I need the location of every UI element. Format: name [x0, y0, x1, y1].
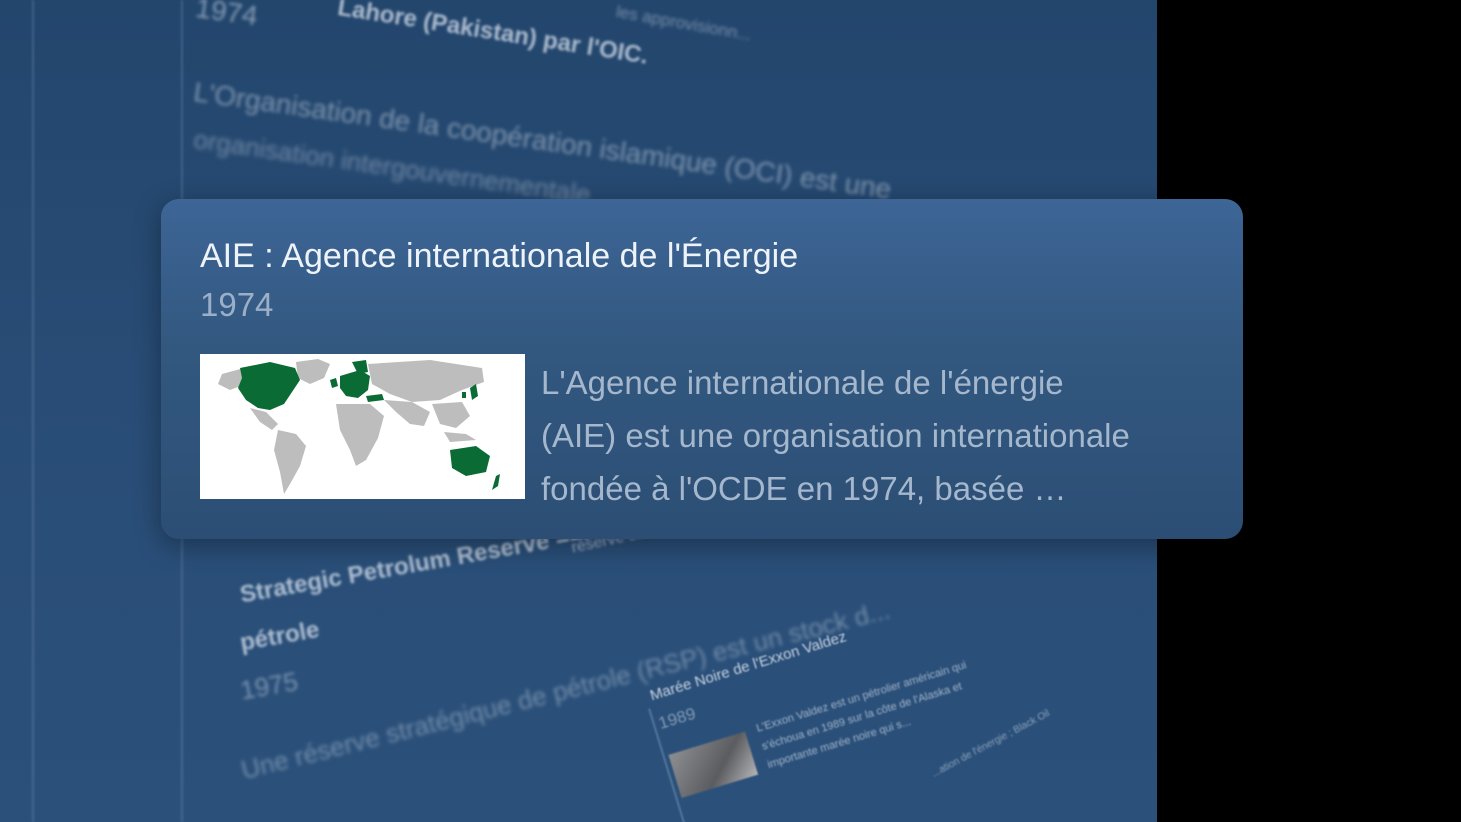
- card-description: L'Exxon Valdez est un pétrolier américai…: [754, 659, 968, 772]
- timeline-card-iea[interactable]: AIE : Agence internationale de l'Énergie…: [161, 199, 1243, 539]
- card-year: 1989: [656, 703, 698, 733]
- bg-entry-title[interactable]: Lahore (Pakistan) par l'OIC.: [336, 0, 650, 71]
- bg-entry-text: les approvisionn...: [614, 2, 753, 45]
- card-year: 1974: [200, 286, 274, 323]
- card-title: AIE : Agence internationale de l'Énergie: [200, 237, 799, 275]
- bg-entry-title[interactable]: pétrole: [238, 616, 322, 657]
- bg-entry-year: 1975: [238, 665, 301, 706]
- card-description: L'Agence internationale de l'énergie (AI…: [541, 364, 1130, 507]
- bg-entry-year: 1974: [193, 0, 260, 32]
- card-thumbnail: [668, 731, 759, 798]
- world-map-icon: [200, 354, 525, 499]
